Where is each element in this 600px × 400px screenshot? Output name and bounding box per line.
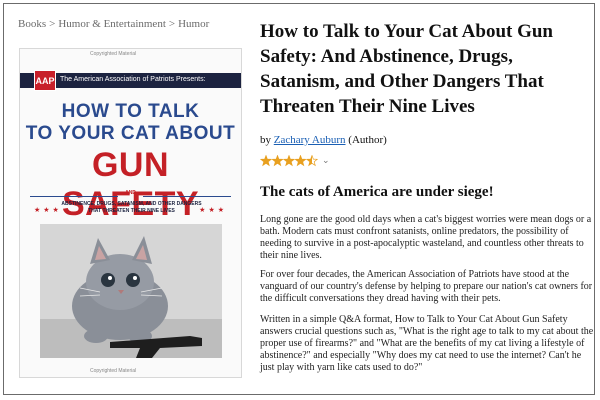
- cover-title-line2: TO YOUR CAT ABOUT: [25, 123, 236, 144]
- breadcrumb-separator: >: [49, 18, 56, 30]
- star-rating[interactable]: ⌄: [260, 154, 330, 168]
- rating-stars: [260, 155, 318, 167]
- cover-title-line1: HOW TO TALK: [61, 101, 200, 122]
- kitten-illustration: [40, 224, 222, 358]
- author-link[interactable]: Zachary Auburn: [274, 134, 346, 146]
- cover-stars-right: ★★★: [199, 206, 227, 214]
- kitten-with-gun-photo: [40, 224, 222, 358]
- cover-publisher: The American Association of Patriots Pre…: [60, 76, 206, 83]
- rating-star-icon: [260, 155, 273, 167]
- author-role: (Author): [348, 134, 387, 146]
- byline: by Zachary Auburn (Author): [260, 134, 387, 146]
- breadcrumb-humor[interactable]: Humor: [178, 18, 209, 30]
- cover-stars-left: ★★★: [34, 206, 62, 214]
- breadcrumb-books[interactable]: Books: [18, 18, 46, 30]
- cover-publisher-bar: AAP The American Association of Patriots…: [20, 70, 241, 91]
- cover-subtitle: ABSTINENCE, DRUGS, SATANISM, AND OTHER D…: [61, 201, 202, 214]
- description-paragraph: Long gone are the good old days when a c…: [260, 214, 592, 261]
- cover-watermark-top: Copyrighted Material: [90, 51, 137, 57]
- product-page: Books > Humor & Entertainment > Humor Copyri…: [3, 3, 595, 395]
- description-headline: The cats of America are under siege!: [260, 184, 494, 200]
- rating-star-icon: [305, 155, 318, 167]
- breadcrumb-humor-entertainment[interactable]: Humor & Entertainment: [58, 18, 166, 30]
- product-title: How to Talk to Your Cat About Gun Safety…: [260, 21, 553, 117]
- cover-watermark-bottom: Copyrighted Material: [90, 368, 137, 374]
- description-paragraph: For over four decades, the American Asso…: [260, 269, 593, 304]
- description-paragraph: Written in a simple Q&A format, How to T…: [260, 314, 594, 373]
- breadcrumb: Books > Humor & Entertainment > Humor: [18, 18, 209, 30]
- publisher-badge: AAP: [34, 70, 56, 91]
- by-label: by: [260, 134, 271, 146]
- book-cover-image[interactable]: Copyrighted Material AAP The American As…: [19, 48, 242, 378]
- rating-star-icon: [271, 155, 284, 167]
- rating-star-icon: [282, 155, 296, 167]
- rating-star-icon: [294, 155, 307, 167]
- breadcrumb-separator: >: [168, 18, 176, 30]
- cover-and-label: AND: [125, 190, 136, 196]
- chevron-down-icon[interactable]: ⌄: [322, 156, 330, 166]
